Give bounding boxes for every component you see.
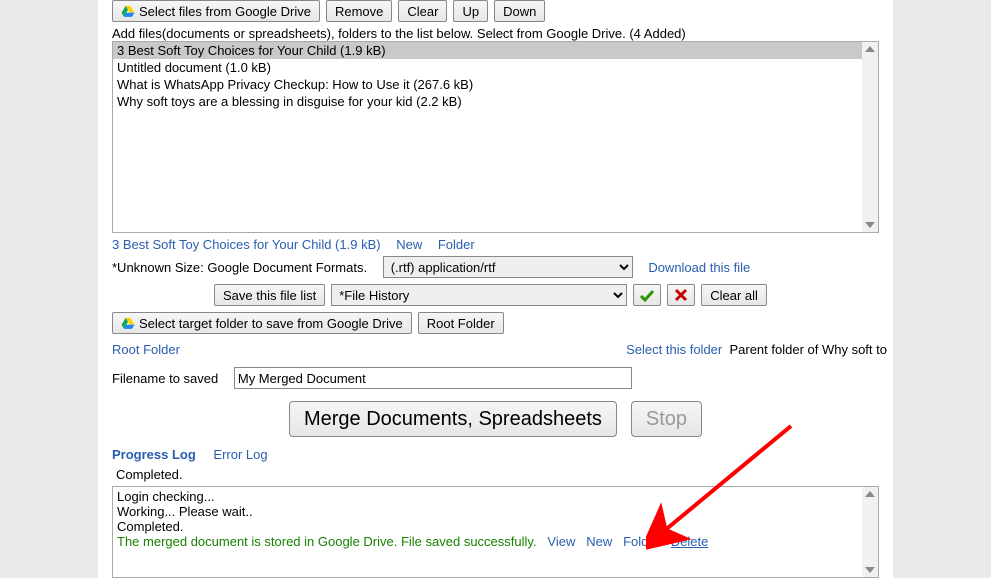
select-target-folder-button[interactable]: Select target folder to save from Google…: [112, 312, 412, 334]
merge-button[interactable]: Merge Documents, Spreadsheets: [289, 401, 617, 437]
list-item[interactable]: Why soft toys are a blessing in disguise…: [113, 93, 862, 110]
new-link[interactable]: New: [586, 534, 612, 549]
remove-button[interactable]: Remove: [326, 0, 392, 22]
select-this-folder-link[interactable]: Select this folder: [626, 342, 722, 357]
filename-input[interactable]: [234, 367, 632, 389]
google-drive-icon: [121, 4, 135, 18]
clear-all-button[interactable]: Clear all: [701, 284, 767, 306]
folder-link[interactable]: Folder: [623, 534, 660, 549]
file-history-select[interactable]: *File History: [331, 284, 627, 306]
x-icon: [674, 288, 688, 302]
selected-file-link[interactable]: 3 Best Soft Toy Choices for Your Child (…: [112, 237, 381, 252]
log-success-line: The merged document is stored in Google …: [117, 534, 537, 549]
root-folder-link[interactable]: Root Folder: [112, 342, 180, 357]
scrollbar[interactable]: [862, 487, 878, 577]
log-output: Login checking... Working... Please wait…: [112, 486, 879, 578]
new-link[interactable]: New: [396, 237, 422, 252]
google-drive-icon: [121, 316, 135, 330]
log-line: Completed.: [117, 519, 874, 534]
tab-progress-log[interactable]: Progress Log: [112, 447, 196, 462]
download-link[interactable]: Download this file: [648, 260, 750, 275]
confirm-button[interactable]: [633, 284, 661, 306]
root-folder-button[interactable]: Root Folder: [418, 312, 504, 334]
log-line: Working... Please wait..: [117, 504, 874, 519]
select-files-button[interactable]: Select files from Google Drive: [112, 0, 320, 22]
filename-label: Filename to saved: [112, 371, 218, 386]
unknown-size-label: *Unknown Size: Google Document Formats.: [112, 260, 367, 275]
delete-link[interactable]: Delete: [671, 534, 709, 549]
format-select[interactable]: (.rtf) application/rtf: [383, 256, 633, 278]
list-item[interactable]: What is WhatsApp Privacy Checkup: How to…: [113, 76, 862, 93]
stop-button[interactable]: Stop: [631, 401, 702, 437]
select-target-folder-label: Select target folder to save from Google…: [139, 316, 403, 331]
file-listbox[interactable]: 3 Best Soft Toy Choices for Your Child (…: [112, 41, 879, 233]
add-files-hint: Add files(documents or spreadsheets), fo…: [112, 26, 879, 41]
save-file-list-button[interactable]: Save this file list: [214, 284, 325, 306]
parent-folder-text: Parent folder of Why soft to: [729, 342, 887, 357]
up-button[interactable]: Up: [453, 0, 488, 22]
log-line: Login checking...: [117, 489, 874, 504]
tab-error-log[interactable]: Error Log: [213, 447, 267, 462]
status-text: Completed.: [116, 467, 879, 482]
folder-link[interactable]: Folder: [438, 237, 475, 252]
view-link[interactable]: View: [547, 534, 575, 549]
check-icon: [639, 288, 655, 302]
scrollbar[interactable]: [862, 42, 878, 232]
list-item[interactable]: Untitled document (1.0 kB): [113, 59, 862, 76]
list-item[interactable]: 3 Best Soft Toy Choices for Your Child (…: [113, 42, 862, 59]
reject-button[interactable]: [667, 284, 695, 306]
select-files-label: Select files from Google Drive: [139, 4, 311, 19]
clear-button[interactable]: Clear: [398, 0, 447, 22]
down-button[interactable]: Down: [494, 0, 545, 22]
